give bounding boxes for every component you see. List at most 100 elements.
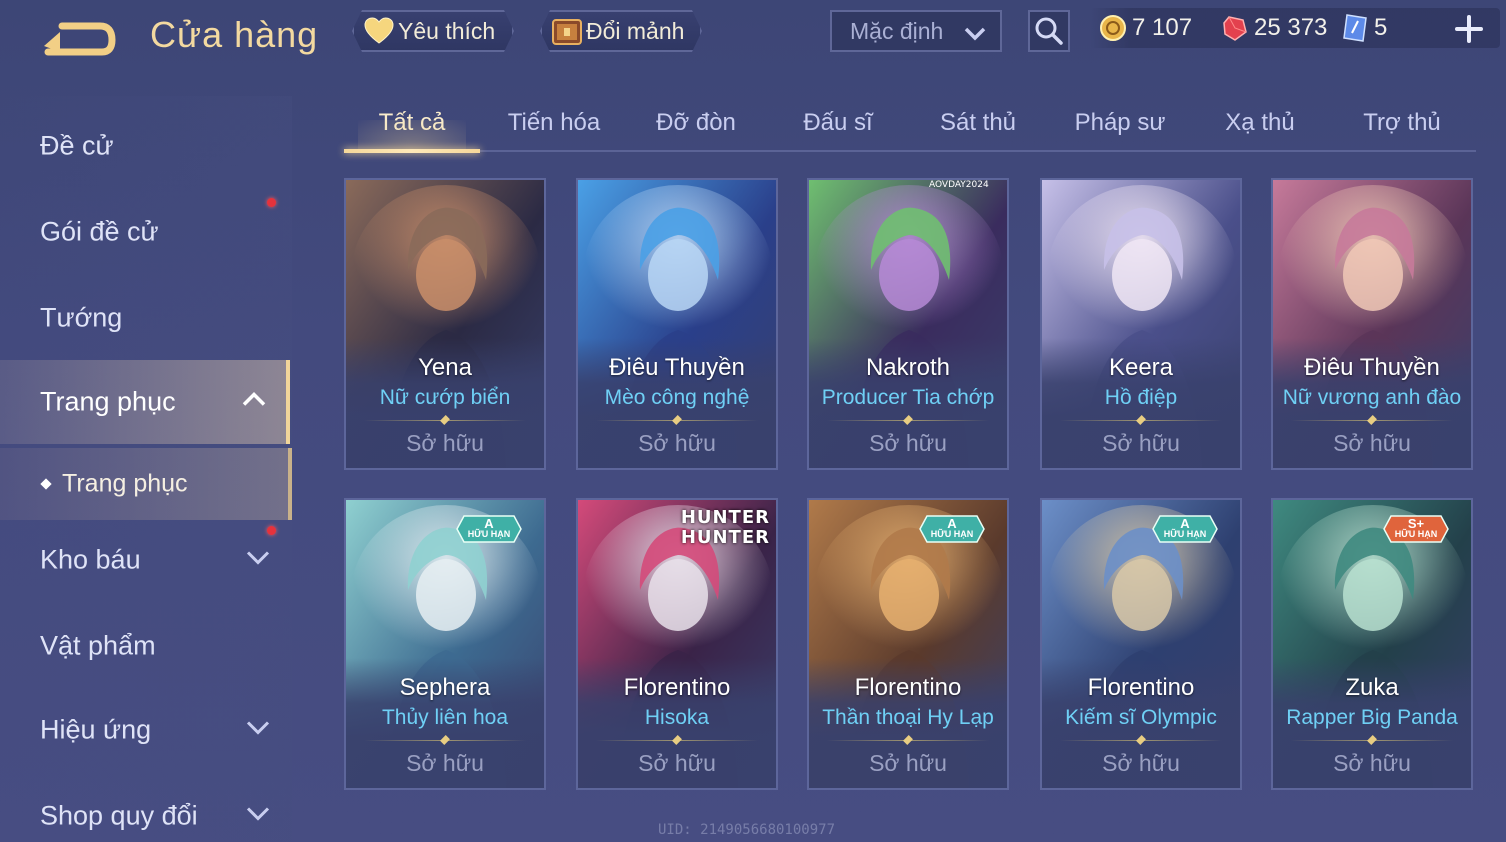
skin-name: Nữ vương anh đào [1282, 386, 1462, 409]
skin-card[interactable]: A HỮU HẠN Florentino Kiếm sĩ Olympic Sở hữu [1040, 498, 1242, 790]
owned-status: Sở hữu [869, 430, 947, 456]
add-currency-button[interactable] [1452, 12, 1486, 46]
skin-name: Mèo công nghệ [604, 386, 750, 409]
voucher-currency: 5 [1340, 12, 1387, 44]
owned-status: Sở hữu [1102, 750, 1180, 776]
sort-dropdown[interactable]: Mặc định [830, 10, 1002, 52]
sidebar: Đề cử Gói đề cử Tướng Trang phục Trang p… [0, 96, 292, 842]
skin-card[interactable]: HUNTER HUNTER Florentino Hisoka Sở hữu [576, 498, 778, 790]
skin-card[interactable]: A HỮU HẠN Florentino Thần thoại Hy Lạp Sở hữ… [807, 498, 1009, 790]
limited-tier-badge: A HỮU HẠN [919, 514, 985, 544]
skin-card[interactable]: Keera Hồ điệp Sở hữu [1040, 178, 1242, 470]
sidebar-item-featured[interactable]: Đề cử [0, 104, 290, 188]
tab-evolution[interactable]: Tiến hóa [486, 96, 622, 150]
role-tabs: Tất cả Tiến hóa Đỡ đòn Đấu sĩ Sát thủ Ph… [344, 96, 1476, 153]
sort-selected-value: Mặc định [850, 17, 944, 44]
skin-name: Kiếm sĩ Olympic [1065, 706, 1217, 729]
gold-currency: 7 107 [1098, 12, 1192, 44]
sidebar-item-heroes[interactable]: Tướng [0, 276, 290, 360]
hero-name: Keera [1108, 354, 1174, 381]
owned-status: Sở hữu [1102, 430, 1180, 456]
owned-status: Sở hữu [406, 430, 484, 456]
badge-limited-label: HỮU HẠN [467, 529, 511, 539]
skin-name: Nữ cướp biển [379, 386, 511, 409]
badge-limited-label: HỮU HẠN [1394, 529, 1438, 539]
favorites-label: Yêu thích [398, 17, 496, 44]
chevron-down-icon [246, 720, 270, 741]
sidebar-item-label: Trang phục [40, 386, 176, 417]
search-icon [1035, 17, 1063, 45]
limited-tier-badge: A HỮU HẠN [1152, 514, 1218, 544]
sidebar-item-skins[interactable]: Trang phục [0, 360, 290, 444]
tab-tank[interactable]: Đỡ đòn [628, 96, 764, 150]
skin-name: Hồ điệp [1104, 386, 1178, 409]
voucher-amount: 5 [1374, 14, 1388, 41]
owned-status: Sở hữu [638, 750, 716, 776]
uid-watermark: UID: 2149056680100977 [658, 822, 836, 838]
sidebar-item-label: Vật phẩm [40, 630, 156, 661]
hero-name: Florentino [1087, 674, 1195, 701]
skin-card[interactable]: AOVDAY2024 Nakroth Producer Tia chớp Sở hữu [807, 178, 1009, 470]
hero-name: Florentino [854, 674, 962, 701]
hero-name: Điêu Thuyền [1304, 354, 1440, 381]
tab-fighter[interactable]: Đấu sĩ [770, 96, 906, 150]
skin-card[interactable]: Điêu Thuyền Nữ vương anh đào Sở hữu [1271, 178, 1473, 470]
tab-marksman[interactable]: Xạ thủ [1192, 96, 1328, 150]
limited-tier-badge: S+ HỮU HẠN [1383, 514, 1449, 544]
back-arrow-icon [44, 22, 116, 56]
hero-name: Zuka [1345, 674, 1399, 701]
voucher-icon [1340, 13, 1370, 43]
back-button[interactable] [40, 18, 116, 58]
owned-status: Sở hữu [1333, 430, 1411, 456]
badge-limited-label: HỮU HẠN [930, 529, 974, 539]
sidebar-subitem-label: Trang phục [62, 469, 188, 498]
gold-amount: 7 107 [1132, 14, 1193, 41]
tab-support[interactable]: Trợ thủ [1334, 96, 1470, 150]
sidebar-subitem-skins[interactable]: Trang phục [0, 448, 292, 520]
skin-card[interactable]: A HỮU HẠN Sephera Thủy liên hoa Sở hữu [344, 498, 546, 790]
owned-status: Sở hữu [1333, 750, 1411, 776]
notification-dot [267, 198, 276, 207]
skin-card[interactable]: Yena Nữ cướp biển Sở hữu [344, 178, 546, 470]
owned-status: Sở hữu [406, 750, 484, 776]
sidebar-item-treasure[interactable]: Kho báu [0, 518, 290, 602]
chevron-up-icon [242, 392, 266, 413]
skin-card[interactable]: S+ HỮU HẠN Zuka Rapper Big Panda Sở hữu [1271, 498, 1473, 790]
ruby-amount: 25 373 [1254, 14, 1328, 41]
gold-coin-icon [1098, 13, 1128, 43]
owned-status: Sở hữu [869, 750, 947, 776]
badge-limited-label: HỮU HẠN [1163, 529, 1207, 539]
hunter-logo: HUNTER HUNTER [680, 507, 770, 548]
skin-name: Thủy liên hoa [381, 706, 509, 729]
treasure-chest-icon [550, 16, 584, 46]
chevron-down-icon [246, 550, 270, 571]
sidebar-item-label: Shop quy đổi [40, 800, 198, 831]
skin-grid: Yena Nữ cướp biển Sở hữu Điêu Thuyền Mèo côn… [344, 178, 1476, 842]
notification-dot [267, 526, 276, 535]
sidebar-item-label: Kho báu [40, 544, 141, 575]
trade-fragments-label: Đổi mảnh [586, 17, 685, 44]
sidebar-item-label: Tướng [40, 302, 123, 333]
sidebar-item-items[interactable]: Vật phẩm [0, 604, 290, 688]
tab-mage[interactable]: Pháp sư [1052, 96, 1188, 150]
trade-fragments-button[interactable]: Đổi mảnh [540, 10, 702, 52]
skin-name: Producer Tia chớp [821, 386, 995, 409]
skin-name: Hisoka [644, 706, 710, 729]
sidebar-item-exchange-shop[interactable]: Shop quy đổi [0, 774, 290, 842]
sidebar-item-label: Đề cử [40, 130, 114, 161]
tab-all[interactable]: Tất cả [344, 96, 480, 153]
chevron-down-icon [246, 806, 270, 827]
favorites-button[interactable]: Yêu thích [352, 10, 514, 52]
page-title: Cửa hàng [150, 14, 319, 55]
skin-card[interactable]: Điêu Thuyền Mèo công nghệ Sở hữu [576, 178, 778, 470]
tab-assassin[interactable]: Sát thủ [910, 96, 1046, 150]
sidebar-item-label: Gói đề cử [40, 216, 159, 247]
hero-name: Nakroth [865, 354, 951, 381]
hero-name: Sephera [399, 674, 491, 701]
diamond-bullet-icon [40, 478, 52, 490]
search-button[interactable] [1028, 10, 1070, 52]
sidebar-item-effects[interactable]: Hiệu ứng [0, 688, 290, 772]
hero-name: Điêu Thuyền [609, 354, 745, 381]
hero-name: Florentino [623, 674, 731, 701]
sidebar-item-featured-bundles[interactable]: Gói đề cử [0, 190, 290, 274]
